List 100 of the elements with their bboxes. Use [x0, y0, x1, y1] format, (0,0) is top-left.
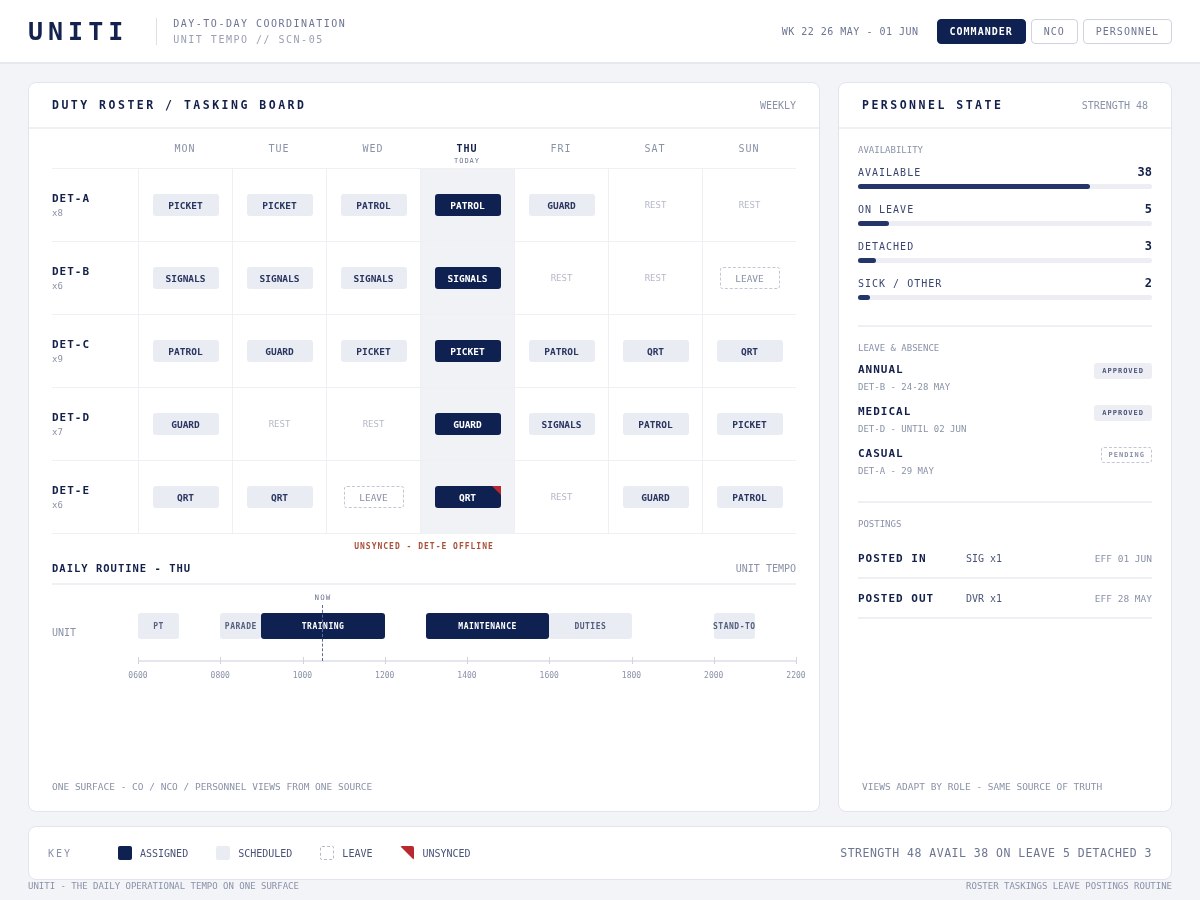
- leave-type: ANNUAL: [858, 363, 905, 376]
- posting-unit: DVR x1: [966, 592, 1004, 604]
- scheduled-tag[interactable]: GUARD: [622, 486, 689, 508]
- scheduled-tag[interactable]: PATROL: [622, 413, 689, 435]
- day-header: SUN: [738, 143, 760, 154]
- scheduled-tag[interactable]: QRT: [152, 486, 219, 508]
- leave-detail: DET-A - 29 MAY: [858, 466, 934, 476]
- lane-label: UNIT: [52, 627, 77, 638]
- scheduled-tag[interactable]: PATROL: [528, 340, 595, 362]
- posting-date: EFF 28 MAY: [1094, 592, 1152, 604]
- key-label: LEAVE: [342, 847, 373, 859]
- role-tab[interactable]: COMMANDER: [936, 18, 1026, 44]
- scheduled-tag[interactable]: PICKET: [340, 340, 407, 362]
- section-title: AVAILABILITY: [858, 145, 925, 155]
- day-header: MON: [174, 143, 196, 154]
- scheduled-tag[interactable]: PICKET: [716, 413, 783, 435]
- availability-count: 38: [1137, 165, 1152, 179]
- period-label: WEEKLY: [759, 99, 796, 111]
- assigned-tag[interactable]: QRT: [434, 486, 501, 508]
- day-header: WED: [362, 143, 384, 154]
- axis-label: 0800: [210, 671, 230, 680]
- detachment-count: x9: [52, 354, 64, 364]
- day-header: FRI: [550, 143, 572, 154]
- logo: UNITI: [28, 16, 129, 46]
- detachment-count: x7: [52, 427, 64, 437]
- axis-label: 0600: [128, 671, 148, 680]
- routine-block[interactable]: MAINTENANCE: [425, 613, 550, 639]
- scheduled-tag[interactable]: QRT: [716, 340, 783, 362]
- role-tab[interactable]: PERSONNEL: [1082, 18, 1172, 44]
- axis-label: 1000: [292, 671, 313, 680]
- scheduled-tag[interactable]: QRT: [622, 340, 689, 362]
- axis-label: 1200: [375, 671, 395, 680]
- availability-label: SICK / OTHER: [858, 278, 943, 289]
- footnote: VIEWS ADAPT BY ROLE - SAME SOURCE OF TRUTH: [861, 781, 1104, 794]
- axis-label: 1800: [621, 671, 642, 680]
- availability-count: 5: [1144, 202, 1152, 216]
- detachment-name: DET-C: [52, 338, 92, 351]
- leave-detail: DET-B - 24-28 MAY: [858, 382, 951, 392]
- detachment-name: DET-A: [52, 192, 92, 205]
- card-title: DUTY ROSTER / TASKING BOARD: [52, 98, 307, 112]
- scheduled-tag[interactable]: SIGNALS: [340, 267, 407, 289]
- key-label: UNSYNCED: [422, 847, 471, 859]
- routine-block[interactable]: DUTIES: [549, 613, 632, 639]
- routine-block[interactable]: TRAINING: [261, 613, 385, 639]
- axis-label: 1400: [457, 671, 477, 680]
- scheduled-tag[interactable]: SIGNALS: [246, 267, 313, 289]
- role-tab[interactable]: NCO: [1030, 18, 1078, 44]
- detachment-name: DET-E: [52, 484, 92, 497]
- context-label: UNIT TEMPO // SCN-05: [173, 33, 325, 45]
- scheduled-tag[interactable]: SIGNALS: [528, 413, 595, 435]
- rest-label: REST: [268, 419, 291, 429]
- routine-block[interactable]: PARADE: [220, 613, 262, 639]
- rest-label: REST: [362, 419, 385, 429]
- scheduled-tag[interactable]: QRT: [246, 486, 313, 508]
- rest-label: REST: [550, 273, 573, 283]
- scheduled-tag[interactable]: PICKET: [246, 194, 313, 216]
- sync-warning-text: UNSYNCED - DET-E OFFLINE: [354, 542, 494, 551]
- strength-summary: STRENGTH 48 AVAIL 38 ON LEAVE 5 DETACHED 3: [840, 846, 1152, 860]
- scheduled-tag[interactable]: GUARD: [528, 194, 595, 216]
- assigned-tag[interactable]: GUARD: [434, 413, 501, 435]
- day-header: SAT: [644, 143, 666, 154]
- assigned-tag[interactable]: SIGNALS: [434, 267, 501, 289]
- scheduled-tag[interactable]: GUARD: [246, 340, 313, 362]
- posting-unit: SIG x1: [966, 552, 1004, 564]
- footer-text: ROSTER TASKINGS LEAVE POSTINGS ROUTINE: [966, 881, 1172, 891]
- scheduled-tag[interactable]: PATROL: [716, 486, 783, 508]
- availability-label: AVAILABLE: [858, 167, 922, 178]
- routine-block[interactable]: STAND-TO: [713, 613, 755, 639]
- leave-type: CASUAL: [858, 447, 905, 460]
- posting-label: POSTED IN: [858, 551, 928, 565]
- week-label: WK 22 26 MAY - 01 JUN: [781, 25, 919, 37]
- strength-label: STRENGTH 48: [1081, 99, 1148, 111]
- availability-count: 3: [1144, 239, 1152, 253]
- section-title: DAILY ROUTINE - THU: [52, 562, 192, 574]
- scheduled-tag[interactable]: PICKET: [152, 194, 219, 216]
- assigned-tag[interactable]: PATROL: [434, 194, 501, 216]
- scheduled-tag[interactable]: SIGNALS: [152, 267, 219, 289]
- scheduled-tag[interactable]: PATROL: [340, 194, 407, 216]
- section-title: LEAVE & ABSENCE: [858, 343, 941, 353]
- rest-label: REST: [550, 492, 573, 502]
- availability-count: 2: [1144, 276, 1152, 290]
- routine-block[interactable]: PT: [138, 613, 180, 639]
- scheduled-tag[interactable]: PATROL: [152, 340, 219, 362]
- day-header: TUE: [268, 143, 290, 154]
- rest-label: REST: [738, 200, 761, 210]
- detachment-name: DET-B: [52, 265, 92, 278]
- key-title: KEY: [48, 847, 74, 859]
- detachment-count: x6: [52, 500, 64, 510]
- detachment-name: DET-D: [52, 411, 92, 424]
- day-header: THU: [456, 143, 478, 154]
- rest-label: REST: [644, 273, 667, 283]
- footnote: ONE SURFACE - CO / NCO / PERSONNEL VIEWS FROM ONE SOURCE: [51, 781, 374, 794]
- scheduled-tag[interactable]: GUARD: [152, 413, 219, 435]
- card-title: PERSONNEL STATE: [862, 98, 1004, 112]
- leave-detail: DET-D - UNTIL 02 JUN: [858, 424, 967, 434]
- assigned-tag[interactable]: PICKET: [434, 340, 501, 362]
- section-title: POSTINGS: [858, 519, 903, 529]
- availability-label: ON LEAVE: [858, 204, 915, 215]
- detachment-count: x8: [52, 208, 64, 218]
- axis-label: 1600: [539, 671, 559, 680]
